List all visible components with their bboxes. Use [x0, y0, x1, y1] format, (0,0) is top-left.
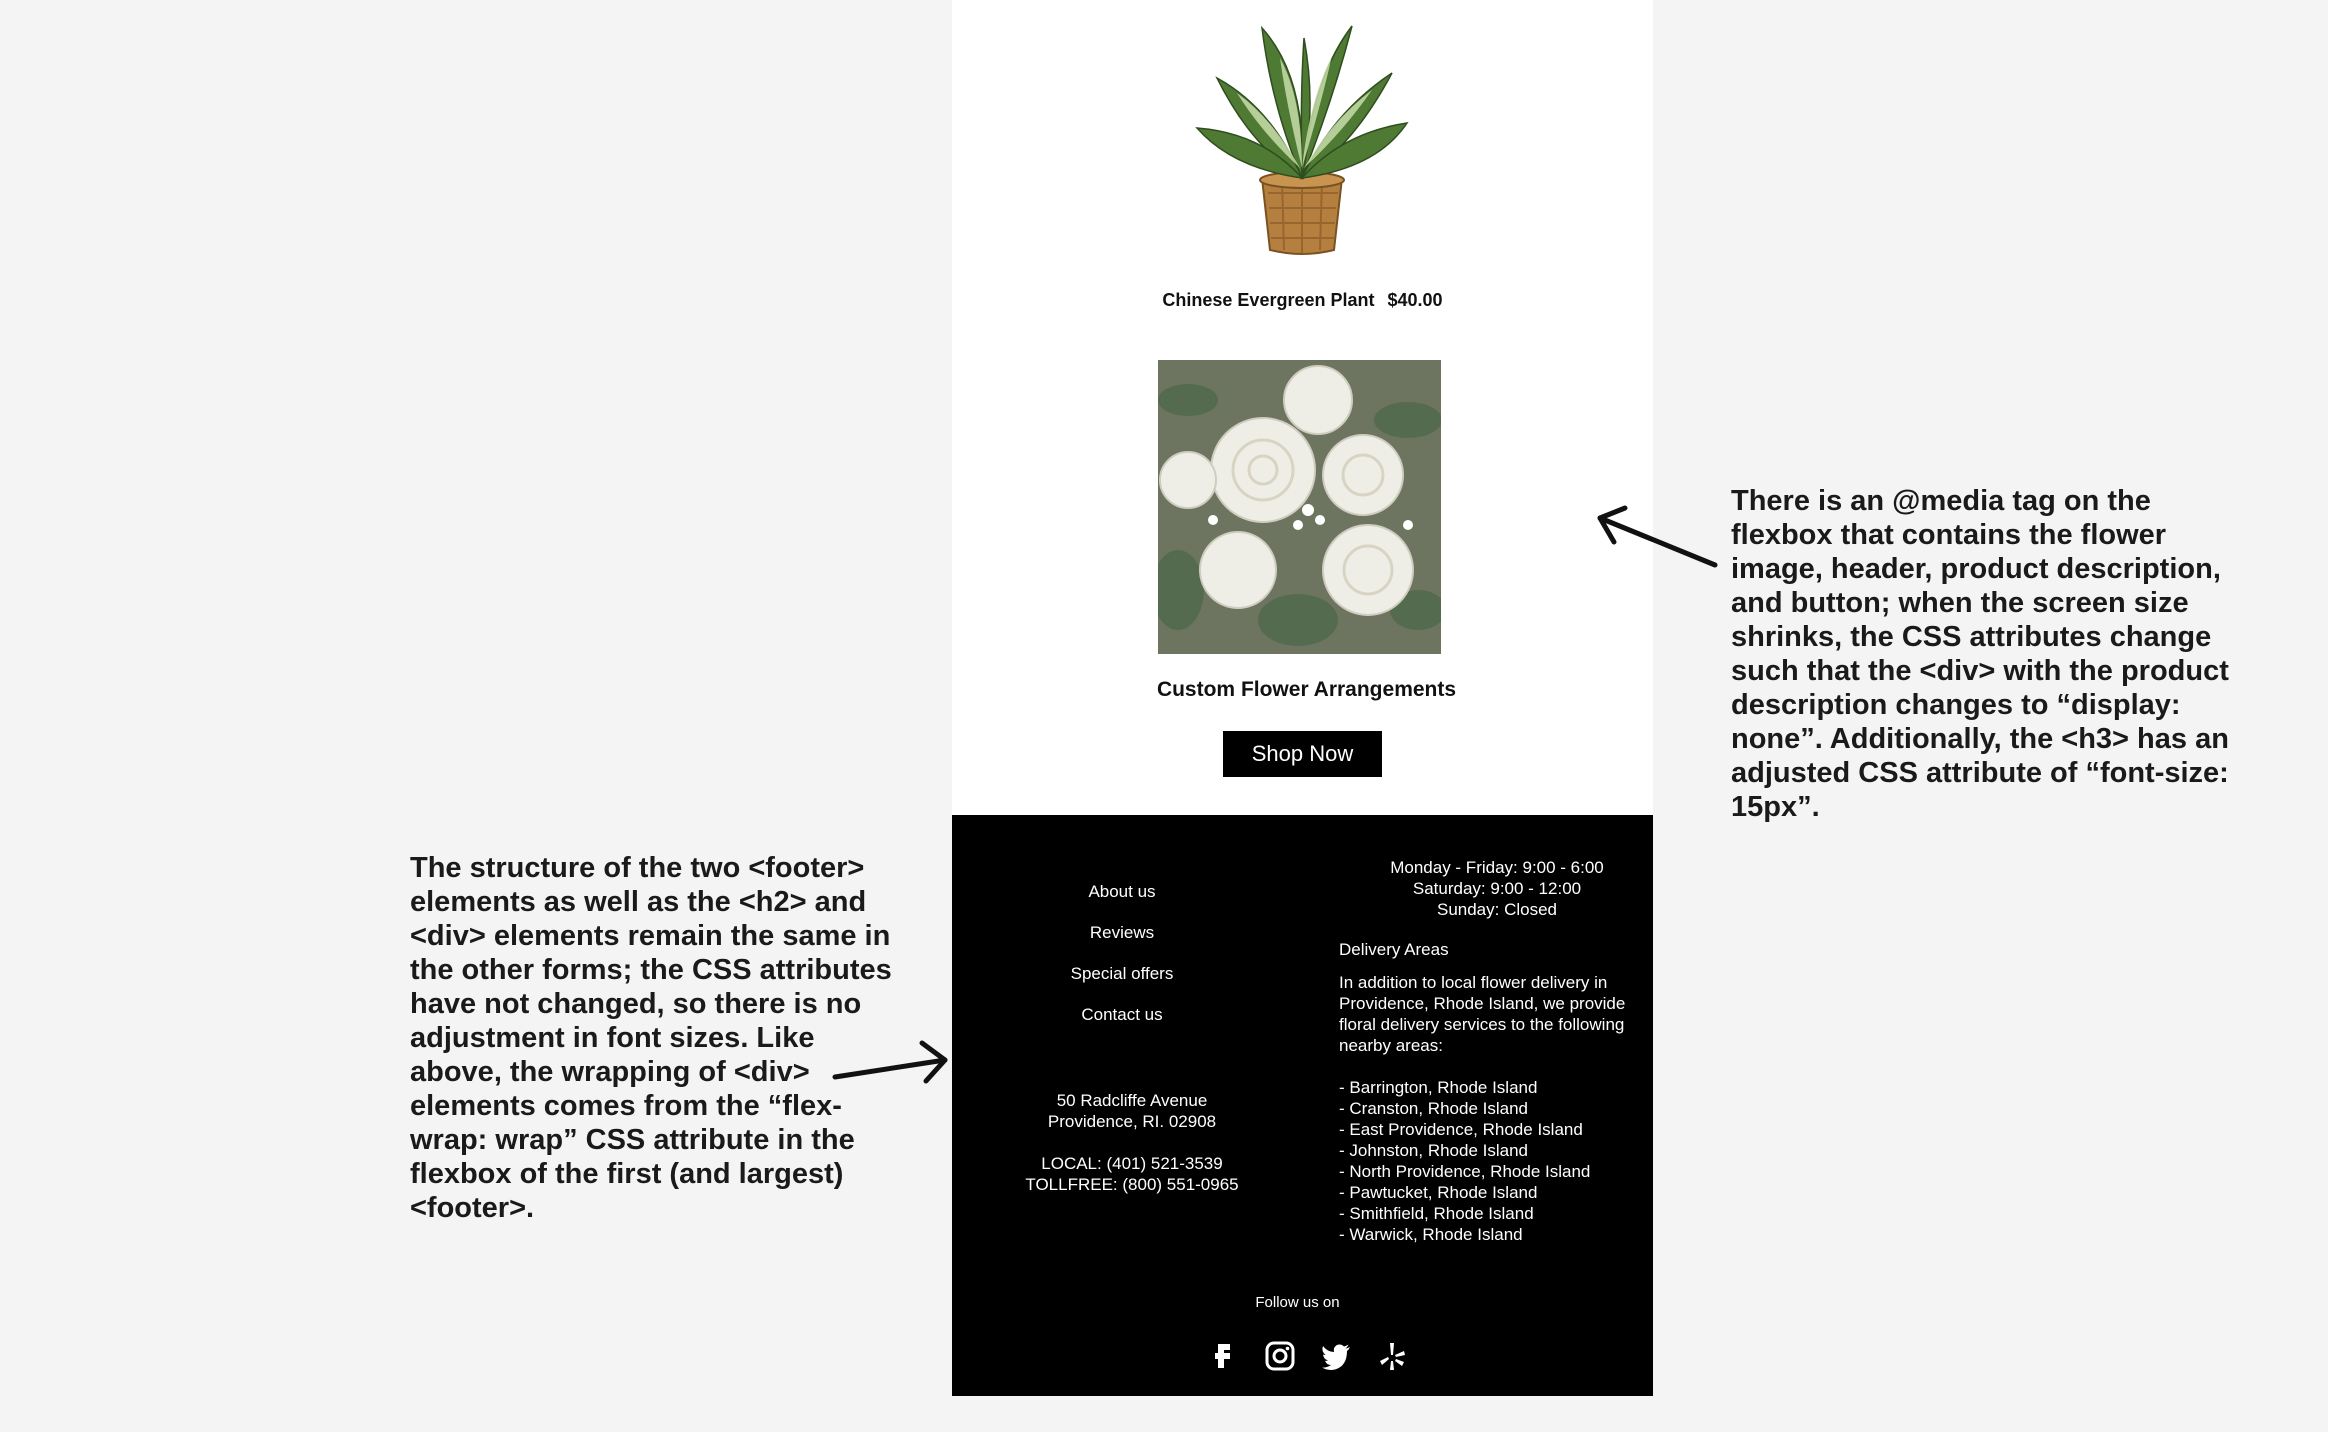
follow-us-label: Follow us on	[1255, 1294, 1340, 1311]
store-hours: Monday - Friday: 9:00 - 6:00 Saturday: 9…	[1342, 857, 1652, 920]
footer-link-special-offers[interactable]: Special offers	[1071, 953, 1174, 994]
flower-heading: Custom Flower Arrangements	[1156, 678, 1457, 701]
delivery-areas: Delivery Areas In addition to local flow…	[1339, 939, 1649, 1245]
twitter-icon[interactable]	[1320, 1340, 1352, 1372]
hours-saturday: Saturday: 9:00 - 12:00	[1412, 879, 1582, 898]
arrow-icon	[1597, 505, 1718, 568]
footer-link-contact-us[interactable]: Contact us	[1081, 994, 1162, 1035]
city-address: Providence, RI. 02908	[1047, 1112, 1217, 1131]
annotation-media-query: There is an @media tag on the flexbox th…	[1731, 485, 2229, 823]
shop-now-button[interactable]: Shop Now	[1223, 731, 1382, 777]
delivery-list: - Barrington, Rhode Island - Cranston, R…	[1339, 1077, 1649, 1245]
delivery-area: - East Providence, Rhode Island	[1339, 1120, 1583, 1139]
hours-sunday: Sunday: Closed	[1436, 900, 1558, 919]
footer-link-about-us[interactable]: About us	[1088, 871, 1155, 912]
footer-link-reviews[interactable]: Reviews	[1090, 912, 1154, 953]
delivery-area: - North Providence, Rhode Island	[1339, 1162, 1591, 1181]
hours-weekdays: Monday - Friday: 9:00 - 6:00	[1390, 858, 1604, 877]
facebook-icon[interactable]	[1208, 1340, 1240, 1372]
delivery-area: - Cranston, Rhode Island	[1339, 1099, 1528, 1118]
tollfree-phone[interactable]: TOLLFREE: (800) 551-0965	[1012, 1174, 1252, 1195]
chinese-evergreen-plant-image[interactable]	[1192, 18, 1412, 258]
delivery-area: - Warwick, Rhode Island	[1339, 1225, 1523, 1244]
delivery-title: Delivery Areas	[1339, 940, 1449, 959]
delivery-area: - Barrington, Rhode Island	[1339, 1078, 1538, 1097]
social-icons	[952, 1340, 1653, 1372]
footer: About us Reviews Special offers Contact …	[952, 815, 1653, 1396]
instagram-icon[interactable]	[1264, 1340, 1296, 1372]
mobile-page: Chinese Evergreen Plant $40.00 Custom Fl…	[952, 0, 1653, 1396]
local-phone[interactable]: LOCAL: (401) 521-3539	[1012, 1153, 1252, 1174]
flower-arrangement-image[interactable]	[1158, 360, 1441, 654]
plant-caption: Chinese Evergreen Plant $40.00	[952, 290, 1653, 311]
product-name: Chinese Evergreen Plant	[1162, 290, 1375, 310]
footer-links: About us Reviews Special offers Contact …	[1037, 871, 1207, 1035]
yelp-icon[interactable]	[1376, 1340, 1408, 1372]
delivery-area: - Pawtucket, Rhode Island	[1339, 1183, 1538, 1202]
street-address: 50 Radcliffe Avenue	[1056, 1091, 1208, 1110]
delivery-description: In addition to local flower delivery in …	[1339, 973, 1626, 1055]
product-price: $40.00	[1387, 290, 1443, 310]
delivery-area: - Johnston, Rhode Island	[1339, 1141, 1529, 1160]
address-block: 50 Radcliffe Avenue Providence, RI. 0290…	[1012, 1090, 1252, 1195]
arrow-icon	[832, 1040, 948, 1084]
delivery-area: - Smithfield, Rhode Island	[1339, 1204, 1534, 1223]
